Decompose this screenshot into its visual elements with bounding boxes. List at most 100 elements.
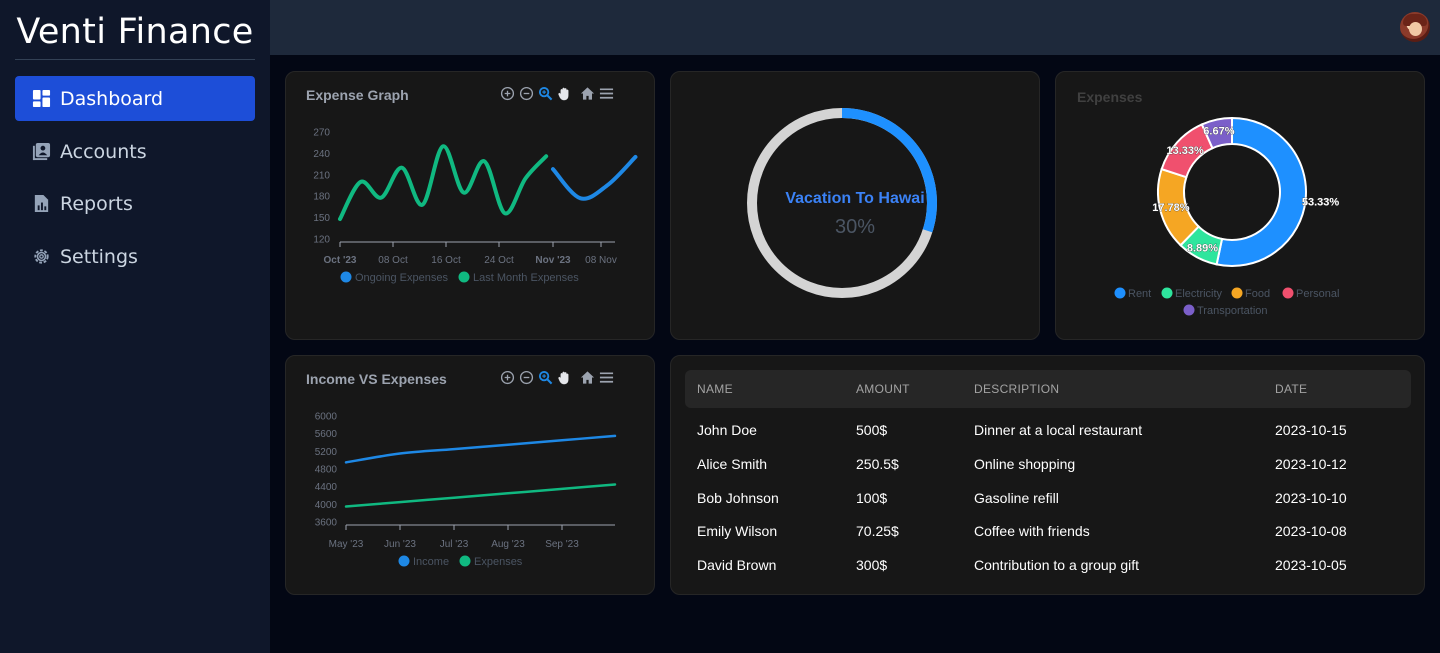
x-tick-label: 08 Oct bbox=[378, 255, 408, 266]
legend-label: Ongoing Expenses bbox=[355, 272, 448, 284]
legend-marker bbox=[1231, 287, 1243, 299]
cell-date: 2023-10-15 bbox=[1275, 422, 1347, 438]
y-tick-label: 5200 bbox=[315, 447, 338, 458]
x-tick-label: Oct '23 bbox=[324, 255, 357, 266]
donut-data-label: 13.33% bbox=[1167, 145, 1205, 157]
y-tick-label: 5600 bbox=[315, 429, 338, 440]
goal-title: Vacation To Hawai bbox=[785, 190, 925, 207]
donut-data-label: 8.89% bbox=[1187, 243, 1218, 255]
y-tick-label: 4400 bbox=[315, 482, 338, 493]
x-tick-label: Sep '23 bbox=[545, 539, 579, 550]
legend-label: Food bbox=[1245, 288, 1270, 300]
legend-label: Personal bbox=[1296, 288, 1339, 300]
x-tick-label: Nov '23 bbox=[535, 255, 571, 266]
legend-marker bbox=[1183, 304, 1195, 316]
transactions-table-card: NAME AMOUNT DESCRIPTION DATE John Doe 500… bbox=[670, 355, 1425, 595]
y-tick-label: 240 bbox=[313, 149, 330, 160]
legend-label: Rent bbox=[1128, 288, 1151, 300]
x-tick-label: Aug '23 bbox=[491, 539, 525, 550]
legend-marker bbox=[1161, 287, 1173, 299]
cell-amount: 300$ bbox=[856, 557, 888, 574]
avatar[interactable] bbox=[1400, 12, 1430, 42]
sidebar-item-settings[interactable]: Settings bbox=[15, 234, 255, 279]
column-header-name[interactable]: NAME bbox=[697, 370, 733, 408]
cell-name: David Brown bbox=[697, 557, 777, 574]
sidebar: Venti Finance Dashboard Accounts Reports… bbox=[0, 0, 270, 653]
y-tick-label: 270 bbox=[313, 128, 330, 139]
legend-marker bbox=[1114, 287, 1126, 299]
y-tick-label: 4800 bbox=[315, 465, 338, 476]
cell-description: Gasoline refill bbox=[974, 489, 1059, 506]
x-tick-label: 24 Oct bbox=[484, 255, 514, 266]
column-header-amount[interactable]: AMOUNT bbox=[856, 370, 910, 408]
x-tick-label: Jul '23 bbox=[440, 539, 469, 550]
y-tick-label: 120 bbox=[313, 235, 330, 246]
sidebar-item-reports[interactable]: Reports bbox=[15, 181, 255, 226]
cell-date: 2023-10-10 bbox=[1275, 489, 1347, 506]
legend-marker bbox=[458, 271, 470, 283]
donut-data-label: 53.33% bbox=[1302, 196, 1340, 208]
column-header-description[interactable]: DESCRIPTION bbox=[974, 370, 1059, 408]
expense-chart: 270 240 210 180 150 120 Oct '23 08 Oct 16 Oct 24 … bbox=[313, 128, 638, 284]
series-line-expenses bbox=[344, 483, 617, 508]
cell-amount: 250.5$ bbox=[856, 455, 899, 472]
top-bar bbox=[270, 0, 1440, 55]
legend-label: Income bbox=[413, 556, 449, 568]
cell-description: Coffee with friends bbox=[974, 523, 1090, 540]
table-header: NAME AMOUNT DESCRIPTION DATE bbox=[685, 370, 1411, 408]
sidebar-item-label: Dashboard bbox=[60, 87, 164, 110]
brand-title: Venti Finance bbox=[15, 0, 255, 60]
cell-name: Alice Smith bbox=[697, 455, 768, 472]
y-tick-label: 180 bbox=[313, 192, 330, 203]
legend-marker bbox=[398, 555, 410, 567]
legend-label: Expenses bbox=[474, 556, 523, 568]
goal-card: Vacation To Hawai 30% bbox=[670, 71, 1040, 340]
x-tick-label: May '23 bbox=[329, 539, 364, 550]
dashboard-icon bbox=[32, 89, 51, 108]
accounts-icon bbox=[32, 142, 51, 161]
cell-amount: 500$ bbox=[856, 422, 888, 438]
cell-date: 2023-10-05 bbox=[1275, 557, 1347, 574]
y-tick-label: 6000 bbox=[315, 412, 338, 423]
goal-ring-progress bbox=[841, 108, 937, 233]
cell-name: Emily Wilson bbox=[697, 523, 778, 540]
x-tick-label: Jun '23 bbox=[384, 539, 416, 550]
column-header-date[interactable]: DATE bbox=[1275, 370, 1307, 408]
series-line-income bbox=[344, 434, 617, 464]
x-tick-label: 16 Oct bbox=[431, 255, 461, 266]
x-tick-label: 08 Nov bbox=[585, 255, 617, 266]
settings-icon bbox=[32, 247, 51, 266]
sidebar-item-label: Settings bbox=[60, 245, 138, 268]
legend-marker bbox=[1282, 287, 1294, 299]
cell-description: Dinner at a local restaurant bbox=[974, 422, 1143, 438]
series-line-ongoing bbox=[551, 154, 638, 201]
cell-name: Bob Johnson bbox=[697, 489, 779, 506]
sidebar-item-accounts[interactable]: Accounts bbox=[15, 129, 255, 174]
y-tick-label: 150 bbox=[313, 213, 330, 224]
y-tick-label: 4000 bbox=[315, 500, 338, 511]
expense-graph-card: Expense Graph 270 240 210 180 150 120 Oct '23 0… bbox=[285, 71, 655, 340]
series-line-last-month bbox=[338, 144, 549, 222]
legend-marker bbox=[459, 555, 471, 567]
sidebar-item-dashboard[interactable]: Dashboard bbox=[15, 76, 255, 121]
expenses-donut-card: Expenses 53.33% 8.89% 17.78% 13.33% 6.67% Ren… bbox=[1055, 71, 1425, 340]
y-tick-label: 3600 bbox=[315, 518, 338, 529]
cell-date: 2023-10-08 bbox=[1275, 523, 1347, 540]
income-vs-expenses-chart: 6000 5600 5200 4800 4400 4000 3600 May '23 Jun '… bbox=[315, 412, 617, 568]
reports-icon bbox=[32, 194, 51, 213]
legend-label: Electricity bbox=[1175, 288, 1223, 300]
legend-label: Last Month Expenses bbox=[473, 272, 579, 284]
sidebar-item-label: Reports bbox=[60, 192, 133, 215]
cell-description: Contribution to a group gift bbox=[974, 557, 1139, 574]
legend-marker bbox=[340, 271, 352, 283]
donut-data-label: 17.78% bbox=[1152, 202, 1190, 214]
goal-percent: 30% bbox=[834, 216, 876, 238]
sidebar-item-label: Accounts bbox=[60, 140, 147, 163]
cell-amount: 70.25$ bbox=[856, 523, 899, 540]
cell-amount: 100$ bbox=[856, 489, 888, 506]
cell-date: 2023-10-12 bbox=[1275, 455, 1347, 472]
legend-label: Transportation bbox=[1197, 305, 1268, 317]
donut-data-label: 6.67% bbox=[1203, 125, 1234, 137]
y-tick-label: 210 bbox=[313, 170, 330, 181]
cell-name: John Doe bbox=[697, 422, 757, 438]
